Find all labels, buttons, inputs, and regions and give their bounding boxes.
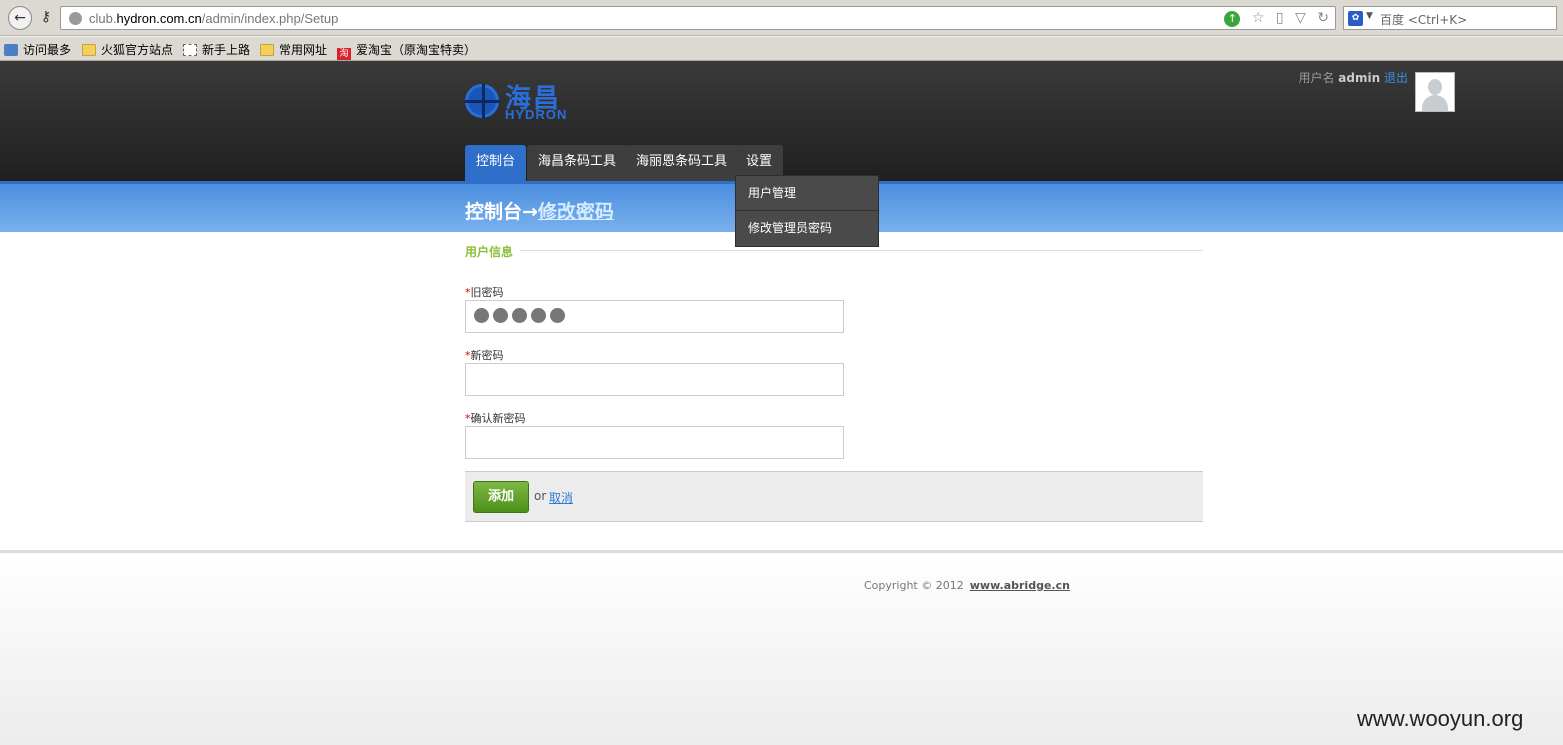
go-icon[interactable]: ↑ bbox=[1224, 11, 1241, 27]
footer: Copyright © 2012 www.abridge.cn www.wooyu… bbox=[0, 550, 1563, 745]
logo[interactable]: 海昌 HYDRON bbox=[465, 82, 595, 122]
bookmark-getting-started[interactable]: 新手上路 bbox=[183, 41, 250, 58]
divider bbox=[520, 250, 1203, 251]
avatar-head-icon bbox=[1428, 79, 1442, 95]
cancel-link[interactable]: 取消 bbox=[549, 489, 573, 506]
confirm-password-field[interactable] bbox=[465, 426, 844, 459]
tab-console[interactable]: 控制台 bbox=[465, 145, 527, 181]
add-button[interactable]: 添加 bbox=[473, 481, 529, 513]
bookmark-most-visited[interactable]: 访问最多 bbox=[4, 41, 71, 58]
old-password-label: *旧密码 bbox=[465, 286, 504, 299]
username-label: 用户名 bbox=[1298, 71, 1335, 85]
phone-icon[interactable]: ▯ bbox=[1276, 10, 1284, 26]
form-actions: 添加 or 取消 bbox=[465, 471, 1203, 522]
new-password-label: *新密码 bbox=[465, 349, 504, 362]
search-input[interactable]: 百度 <Ctrl+K> bbox=[1380, 11, 1467, 28]
footer-site-link[interactable]: www.abridge.cn bbox=[970, 579, 1070, 592]
confirm-password-label: *确认新密码 bbox=[465, 412, 526, 425]
chevron-down-icon[interactable]: ▼ bbox=[1366, 11, 1373, 21]
star-icon[interactable]: ☆ bbox=[1252, 10, 1265, 26]
menu-item-user-management[interactable]: 用户管理 bbox=[736, 176, 878, 211]
folder-icon bbox=[82, 44, 96, 56]
key-icon[interactable]: ⚷ bbox=[34, 6, 58, 30]
most-visited-icon bbox=[4, 44, 18, 56]
or-text: or bbox=[534, 489, 547, 503]
bookmark-taobao[interactable]: 淘爱淘宝（原淘宝特卖） bbox=[337, 41, 476, 60]
page-title-main: 控制台→ bbox=[465, 201, 538, 223]
url-text[interactable]: club.hydron.com.cn/admin/index.php/Setup bbox=[89, 11, 338, 26]
bookmark-common-sites[interactable]: 常用网址 bbox=[260, 41, 327, 58]
user-info: 用户名 admin 退出 bbox=[1298, 69, 1408, 86]
folder-icon bbox=[260, 44, 274, 56]
logout-link[interactable]: 退出 bbox=[1384, 71, 1408, 85]
logo-mark-icon bbox=[465, 84, 499, 118]
section-legend: 用户信息 bbox=[465, 245, 514, 259]
page-title: 控制台→修改密码 bbox=[465, 197, 614, 224]
browser-toolbar: ← ⚷ club.hydron.com.cn/admin/index.php/S… bbox=[0, 0, 1563, 36]
copyright: Copyright © 2012 www.abridge.cn bbox=[864, 579, 1070, 592]
avatar[interactable] bbox=[1415, 72, 1455, 112]
taobao-icon: 淘 bbox=[337, 48, 351, 60]
page-title-sub[interactable]: 修改密码 bbox=[538, 201, 614, 223]
logo-text-en: HYDRON bbox=[505, 107, 568, 122]
blank-page-icon bbox=[183, 44, 197, 56]
bookmarks-bar: 访问最多 火狐官方站点 新手上路 常用网址 淘爱淘宝（原淘宝特卖） bbox=[0, 37, 1563, 61]
site-header: 海昌 HYDRON 用户名 admin 退出 控制台 海昌条码工具 海丽恩条码工… bbox=[0, 61, 1563, 181]
new-password-field[interactable] bbox=[465, 363, 844, 396]
bookmark-firefox-site[interactable]: 火狐官方站点 bbox=[82, 41, 173, 58]
tab-hydron-barcode[interactable]: 海昌条码工具 bbox=[527, 145, 628, 181]
menu-item-change-admin-password[interactable]: 修改管理员密码 bbox=[736, 211, 878, 246]
watermark: www.wooyun.org bbox=[1357, 706, 1524, 731]
avatar-body-icon bbox=[1422, 95, 1448, 111]
tab-hailien-barcode[interactable]: 海丽恩条码工具 bbox=[625, 145, 739, 181]
main-content: 用户信息 *旧密码 *新密码 *确认新密码 添加 or 取消 bbox=[0, 232, 1563, 550]
paw-icon[interactable]: ✿ bbox=[1348, 11, 1363, 26]
old-password-field[interactable] bbox=[465, 300, 844, 333]
settings-dropdown: 用户管理 修改管理员密码 bbox=[735, 175, 879, 247]
dropdown-arrow-icon[interactable]: ▽ bbox=[1295, 10, 1306, 26]
url-bar[interactable]: club.hydron.com.cn/admin/index.php/Setup… bbox=[60, 6, 1336, 30]
back-icon[interactable]: ← bbox=[8, 6, 32, 30]
reload-icon[interactable]: ↻ bbox=[1317, 10, 1329, 26]
globe-icon bbox=[69, 12, 82, 25]
search-box[interactable]: ✿ ▼ 百度 <Ctrl+K> bbox=[1343, 6, 1557, 30]
username: admin bbox=[1338, 71, 1381, 85]
masked-password bbox=[474, 308, 569, 326]
